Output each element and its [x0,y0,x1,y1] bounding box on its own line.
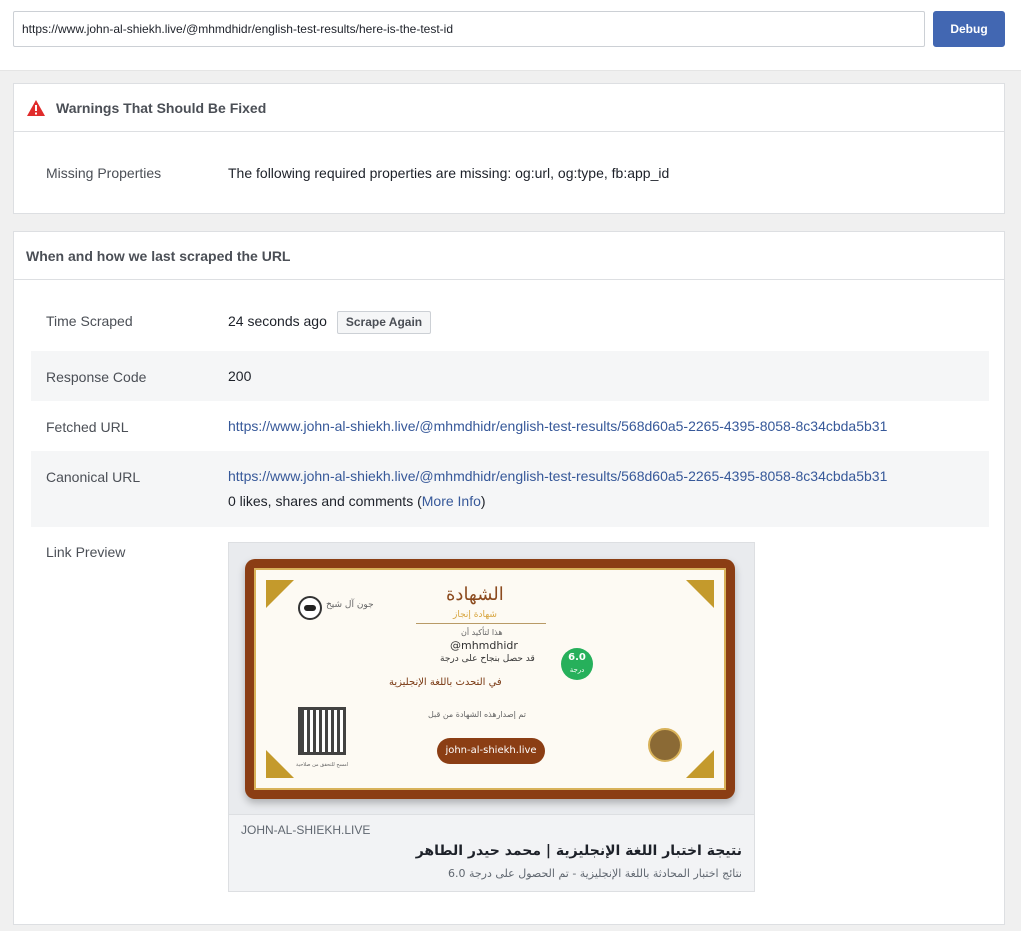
certificate-name: @mhmdhidr [450,639,518,652]
certificate-frame: جون آل شيخ الشهادة شهادة إنجاز هذا لتأكي… [245,559,735,799]
certificate-subtitle: شهادة إنجاز [453,610,497,620]
certificate-title: الشهادة [446,584,504,605]
preview-image: جون آل شيخ الشهادة شهادة إنجاز هذا لتأكي… [228,542,755,814]
certificate-seal-icon [648,728,682,762]
warnings-header: Warnings That Should Be Fixed [14,84,1004,132]
preview-meta: JOHN-AL-SHIEKH.LIVE نتيجة اختبار اللغة ا… [228,814,755,892]
preview-title: نتيجة اختبار اللغة الإنجليزية | محمد حيد… [415,843,742,859]
more-info-link[interactable]: More Info [422,493,481,509]
scrape-header: When and how we last scraped the URL [14,232,1004,280]
canonical-url-link[interactable]: https://www.john-al-shiekh.live/@mhmdhid… [228,468,887,484]
url-toolbar: https://www.john-al-shiekh.live/@mhmdhid… [0,0,1021,71]
response-code-row: Response Code 200 [31,351,989,401]
certificate-score: 6.0 [568,652,586,663]
canonical-url-row: Canonical URL https://www.john-al-shiekh… [31,451,989,527]
certificate-logo-icon [298,596,322,620]
time-scraped-row: Time Scraped 24 seconds ago Scrape Again [31,300,989,348]
time-scraped-label: Time Scraped [46,313,133,329]
certificate-domain-pill: john-al-shiekh.live [437,738,545,764]
preview-domain: JOHN-AL-SHIEKH.LIVE [241,823,371,837]
url-input[interactable]: https://www.john-al-shiekh.live/@mhmdhid… [13,11,925,47]
engagement-prefix: 0 likes, shares and comments ( [228,493,422,509]
scrape-info-card: When and how we last scraped the URL Tim… [13,231,1005,925]
certificate-body: جون آل شيخ الشهادة شهادة إنجاز هذا لتأكي… [254,568,726,790]
certificate-certifies: هذا لتأكيد أن [461,628,503,637]
link-preview-card[interactable]: جون آل شيخ الشهادة شهادة إنجاز هذا لتأكي… [228,542,755,892]
certificate-score-unit: درجة [569,666,585,674]
fetched-url-row: Fetched URL https://www.john-al-shiekh.l… [31,401,989,451]
certificate-issued: تم إصدارهذه الشهادة من قبل [428,710,526,719]
missing-properties-value: The following required properties are mi… [228,165,670,181]
engagement-suffix: ) [480,493,486,509]
missing-properties-label: Missing Properties [46,165,162,181]
fetched-url-label: Fetched URL [46,419,129,435]
canonical-url-label: Canonical URL [46,469,141,485]
certificate-qr-caption: امسح للتحقق من صلاحية [296,762,349,768]
certificate-divider [416,623,546,624]
preview-description: نتائج اختبار المحادثة باللغة الإنجليزية … [447,867,742,880]
link-preview-label: Link Preview [46,544,126,560]
time-scraped-value-wrap: 24 seconds ago Scrape Again [228,311,432,334]
response-code-value: 200 [228,368,252,384]
time-scraped-value: 24 seconds ago [228,313,327,330]
response-code-label: Response Code [46,369,147,385]
debug-button[interactable]: Debug [933,11,1005,47]
certificate-brand: جون آل شيخ [326,600,374,610]
warnings-card: Warnings That Should Be Fixed Missing Pr… [13,83,1005,214]
warning-triangle-icon [27,99,45,116]
scrape-again-button[interactable]: Scrape Again [336,311,432,334]
fetched-url-link[interactable]: https://www.john-al-shiekh.live/@mhmdhid… [228,418,887,434]
warnings-title: Warnings That Should Be Fixed [56,99,267,116]
certificate-score-badge: 6.0 درجة [561,648,593,680]
scrape-title: When and how we last scraped the URL [26,247,291,264]
certificate-achieved: قد حصل بنجاح على درجة [440,654,535,664]
engagement-text: 0 likes, shares and comments (More Info) [228,493,486,509]
missing-properties-row: Missing Properties The following require… [31,132,989,214]
qr-code-icon [298,707,346,755]
certificate-phrase: في التحدث باللغة الإنجليزية [389,677,502,688]
